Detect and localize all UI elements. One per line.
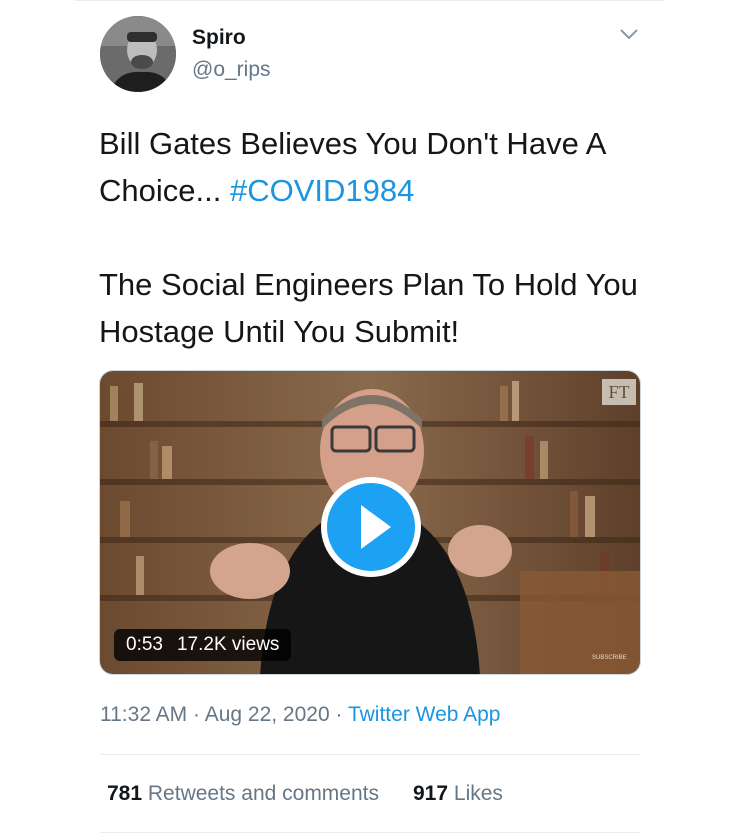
tweet-paragraph-2: The Social Engineers Plan To Hold You Ho…: [99, 267, 638, 349]
ft-watermark: FT: [602, 379, 636, 405]
svg-text:SUBSCRIBE: SUBSCRIBE: [592, 655, 627, 661]
tweet-paragraph-1: Bill Gates Believes You Don't Have A Cho…: [99, 120, 659, 214]
separator: ·: [193, 703, 201, 726]
divider: [100, 754, 640, 755]
likes-stat[interactable]: 917 Likes: [413, 782, 503, 805]
likes-label: Likes: [453, 782, 503, 805]
retweets-label: Retweets and comments: [147, 782, 379, 805]
chevron-down-icon[interactable]: [618, 26, 640, 42]
tweet-stats: 781 Retweets and comments 917 Likes: [107, 782, 503, 806]
video-duration: 0:53: [126, 634, 163, 655]
author-name[interactable]: Spiro: [192, 26, 246, 50]
tweet-text: Bill Gates Believes You Don't Have A Cho…: [99, 120, 659, 355]
separator: ·: [335, 703, 343, 726]
video-info-badge: 0:53 17.2K views: [114, 629, 292, 661]
tweet-source-link[interactable]: Twitter Web App: [348, 703, 501, 726]
tweet-time[interactable]: 11:32 AM: [100, 703, 187, 726]
play-icon[interactable]: [319, 475, 423, 579]
tweet-date[interactable]: Aug 22, 2020: [205, 703, 330, 726]
video-views: 17.2K views: [176, 634, 280, 655]
profile-photo-icon: [100, 16, 176, 92]
hashtag-link[interactable]: #COVID1984: [230, 173, 414, 208]
tweet-metadata: 11:32 AM · Aug 22, 2020 · Twitter Web Ap…: [100, 703, 501, 727]
top-divider: [75, 0, 665, 1]
author-handle[interactable]: @o_rips: [192, 58, 271, 82]
video-player[interactable]: SUBSCRIBE FT 0:53 17.2K views: [99, 370, 641, 675]
retweets-stat[interactable]: 781 Retweets and comments: [107, 782, 379, 805]
divider: [100, 832, 640, 833]
likes-count: 917: [413, 782, 449, 805]
avatar[interactable]: [100, 16, 176, 92]
retweets-count: 781: [107, 782, 143, 805]
